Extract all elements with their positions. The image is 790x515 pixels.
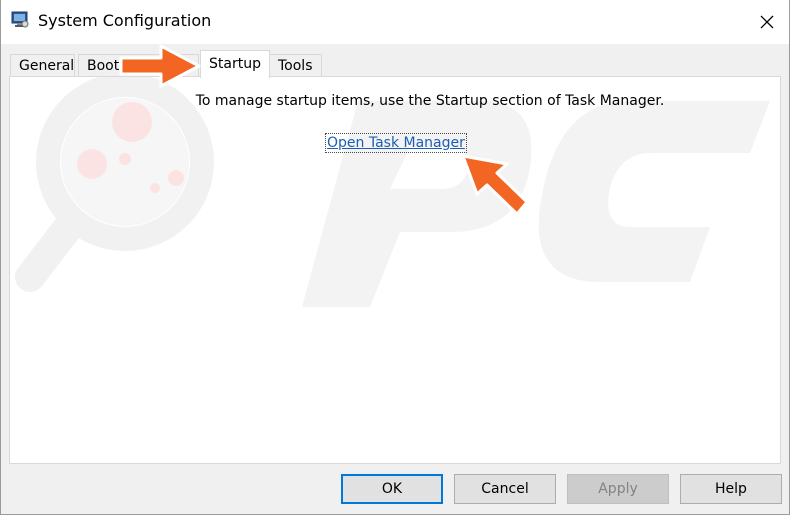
tab-general[interactable]: General [10, 54, 75, 77]
startup-info-text: To manage startup items, use the Startup… [195, 93, 665, 109]
close-icon [760, 15, 774, 29]
tab-startup[interactable]: Startup [200, 50, 270, 78]
close-button[interactable] [745, 0, 789, 44]
open-task-manager-link[interactable]: Open Task Manager [325, 133, 467, 153]
help-button[interactable]: Help [680, 474, 782, 504]
window-title: System Configuration [38, 11, 212, 30]
arrow-icon [119, 44, 201, 88]
system-configuration-icon [11, 11, 29, 29]
title-bar[interactable]: System Configuration [1, 0, 789, 44]
startup-tab-panel: To manage startup items, use the Startup… [9, 76, 781, 464]
ok-button[interactable]: OK [341, 474, 443, 504]
apply-button[interactable]: Apply [567, 474, 669, 504]
system-configuration-window: System Configuration General Boot Startu… [0, 0, 790, 515]
arrow-icon [461, 154, 529, 216]
cancel-button[interactable]: Cancel [454, 474, 556, 504]
tab-tools[interactable]: Tools [269, 54, 322, 77]
